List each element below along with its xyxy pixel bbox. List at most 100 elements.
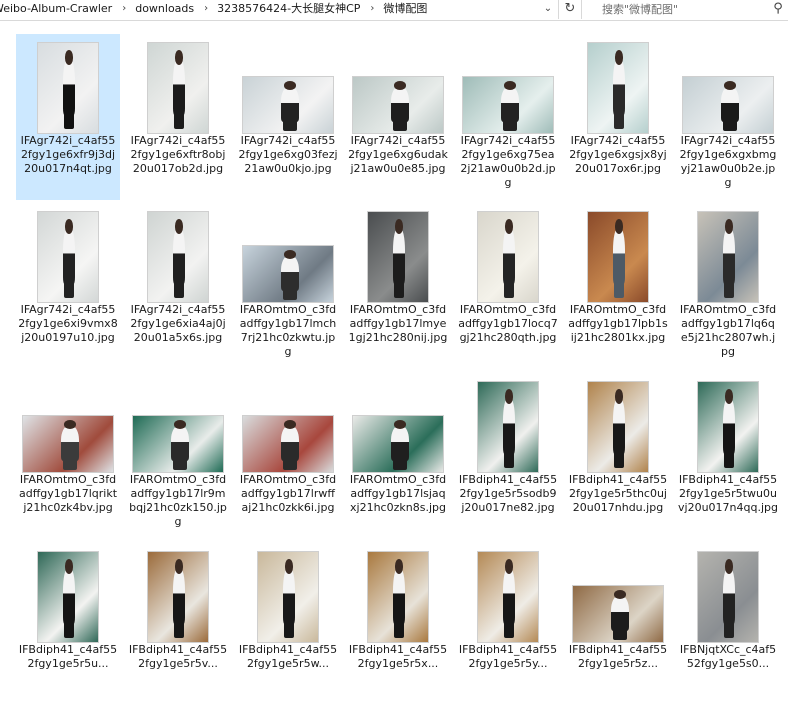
file-item[interactable]: IFAROmtmO_c3fdadffgy1gb17lsjaqxj21hc0zkn… (346, 373, 450, 539)
file-name: IFAgr742i_c4af552fgy1ge6xi9vmx8j20u0197u… (18, 303, 118, 344)
thumbnail-area (16, 373, 120, 473)
file-name: IFBdiph41_c4af552fgy1ge5r5u... (18, 643, 118, 670)
thumbnail-area (676, 543, 780, 643)
file-item[interactable]: IFAgr742i_c4af552fgy1ge6xi9vmx8j20u0197u… (16, 203, 120, 369)
file-item[interactable]: IFBdiph41_c4af552fgy1ge5r5w... (236, 543, 340, 709)
thumbnail-figure (613, 228, 626, 284)
thumbnail-figure-head (395, 219, 404, 234)
thumbnail-figure (173, 59, 186, 115)
thumbnail-area (456, 543, 560, 643)
thumbnail-area (566, 34, 670, 134)
file-name: IFAgr742i_c4af552fgy1ge6xftr8obj20u017ob… (130, 134, 226, 175)
thumbnail-figure (723, 398, 736, 454)
file-item[interactable]: IFBdiph41_c4af552fgy1ge5r5twu0uvj20u017n… (676, 373, 780, 539)
thumbnail-figure (613, 398, 626, 454)
file-item[interactable]: IFBdiph41_c4af552fgy1ge5r5thc0uj20u017nh… (566, 373, 670, 539)
file-name: IFAROmtmO_c3fdadffgy1gb17lq6qe5j21hc2807… (679, 303, 777, 358)
thumbnail-area (456, 203, 560, 303)
thumbnail-figure (503, 228, 516, 284)
file-item[interactable]: IFAROmtmO_c3fdadffgy1gb17lpb1sij21hc2801… (566, 203, 670, 369)
address-bar[interactable]: Weibo-Album-Crawler › downloads › 3238576424… (0, 0, 559, 19)
thumbnail-figure-head (175, 559, 184, 574)
file-name: IFBdiph41_c4af552fgy1ge5r5y... (458, 643, 558, 670)
file-item[interactable]: IFAgr742i_c4af552fgy1ge6xia4aj0j20u01a5x… (126, 203, 230, 369)
file-item[interactable]: IFAROmtmO_c3fdadffgy1gb17locq7gj21hc280q… (456, 203, 560, 369)
file-item[interactable]: IFAROmtmO_c3fdadffgy1gb17lq6qe5j21hc2807… (676, 203, 780, 369)
file-name: IFAROmtmO_c3fdadffgy1gb17lrwffaj21hc0zkk… (239, 473, 337, 514)
file-item[interactable]: IFAgr742i_c4af552fgy1ge6xg03fezj21aw0u0k… (236, 34, 340, 200)
breadcrumb-user-folder[interactable]: 3238576424-大长腿女神CP (217, 0, 360, 18)
file-item[interactable]: IFAROmtmO_c3fdadffgy1gb17lmch7rj21hc0zkw… (236, 203, 340, 369)
thumbnail-figure (390, 426, 409, 461)
thumbnail-figure (280, 256, 299, 291)
image-thumbnail (132, 415, 224, 473)
file-item[interactable]: IFBdiph41_c4af552fgy1ge5r5x... (346, 543, 450, 709)
file-grid: IFAgr742i_c4af552fgy1ge6xfr9j3dj20u017n4… (0, 0, 788, 670)
thumbnail-area (236, 203, 340, 303)
thumbnail-figure (173, 568, 186, 624)
chevron-right-icon[interactable]: › (370, 0, 374, 18)
image-thumbnail (242, 415, 334, 473)
thumbnail-area (456, 373, 560, 473)
thumbnail-figure-head (65, 559, 74, 574)
thumbnail-figure (613, 59, 626, 115)
file-name: IFAgr742i_c4af552fgy1ge6xg6udakj21aw0u0e… (348, 134, 448, 175)
file-item[interactable]: IFBdiph41_c4af552fgy1ge5r5u... (16, 543, 120, 709)
thumbnail-figure-head (65, 219, 74, 234)
file-name: IFBdiph41_c4af552fgy1ge5r5thc0uj20u017nh… (568, 473, 668, 514)
file-item[interactable]: IFAROmtmO_c3fdadffgy1gb17lr9mbqj21hc0zk1… (126, 373, 230, 539)
file-name: IFAROmtmO_c3fdadffgy1gb17lsjaqxj21hc0zkn… (349, 473, 447, 514)
file-item[interactable]: IFAgr742i_c4af552fgy1ge6xg6udakj21aw0u0e… (346, 34, 450, 200)
image-thumbnail (352, 76, 444, 134)
chevron-down-icon[interactable]: ⌄ (538, 0, 558, 19)
thumbnail-figure-head (505, 559, 514, 574)
thumbnail-area (346, 34, 450, 134)
thumbnail-figure (720, 87, 739, 122)
search-input[interactable] (592, 0, 772, 18)
file-item[interactable]: IFAgr742i_c4af552fgy1ge6xftr8obj20u017ob… (126, 34, 230, 200)
thumbnail-figure (63, 568, 76, 624)
file-name: IFAROmtmO_c3fdadffgy1gb17lmch7rj21hc0zkw… (239, 303, 337, 358)
thumbnail-area (16, 34, 120, 134)
image-thumbnail (147, 551, 209, 643)
file-item[interactable]: IFAROmtmO_c3fdadffgy1gb17lmye1gj21hc280n… (346, 203, 450, 369)
image-thumbnail (147, 211, 209, 303)
file-name: IFAgr742i_c4af552fgy1ge6xg75ea2j21aw0u0b… (460, 134, 556, 189)
file-item[interactable]: IFAgr742i_c4af552fgy1ge6xgxbmgyj21aw0u0b… (676, 34, 780, 200)
file-item[interactable]: IFBdiph41_c4af552fgy1ge5r5sodb9j20u017ne… (456, 373, 560, 539)
thumbnail-area (346, 373, 450, 473)
chevron-right-icon[interactable]: › (204, 0, 208, 18)
thumbnail-area (16, 543, 120, 643)
thumbnail-area (126, 373, 230, 473)
image-thumbnail (147, 42, 209, 134)
breadcrumb-downloads[interactable]: downloads (135, 0, 194, 18)
image-thumbnail (587, 42, 649, 134)
file-item[interactable]: IFAgr742i_c4af552fgy1ge6xfr9j3dj20u017n4… (16, 34, 120, 200)
file-item[interactable]: IFBdiph41_c4af552fgy1ge5r5z... (566, 543, 670, 709)
chevron-right-icon[interactable]: › (122, 0, 126, 18)
file-item[interactable]: IFBNjqtXCc_c4af552fgy1ge5s0... (676, 543, 780, 709)
refresh-icon[interactable]: ↻ (559, 0, 582, 19)
file-item[interactable]: IFAROmtmO_c3fdadffgy1gb17lrwffaj21hc0zkk… (236, 373, 340, 539)
image-thumbnail (697, 211, 759, 303)
navigation-bar: Weibo-Album-Crawler › downloads › 3238576424… (0, 0, 788, 21)
file-name: IFAgr742i_c4af552fgy1ge6xgxbmgyj21aw0u0b… (679, 134, 777, 189)
file-name: IFBdiph41_c4af552fgy1ge5r5sodb9j20u017ne… (458, 473, 558, 514)
thumbnail-figure (610, 596, 629, 631)
search-icon[interactable]: ⚲ (770, 0, 786, 19)
file-item[interactable]: IFAgr742i_c4af552fgy1ge6xgsjx8yj20u017ox… (566, 34, 670, 200)
image-thumbnail (37, 211, 99, 303)
file-name: IFAgr742i_c4af552fgy1ge6xia4aj0j20u01a5x… (130, 303, 226, 344)
file-name: IFBdiph41_c4af552fgy1ge5r5w... (238, 643, 338, 670)
file-item[interactable]: IFAROmtmO_c3fdadffgy1gb17lqriktj21hc0zk4… (16, 373, 120, 539)
file-name: IFAgr742i_c4af552fgy1ge6xfr9j3dj20u017n4… (20, 134, 116, 175)
thumbnail-figure (60, 426, 79, 461)
search-box[interactable]: ⚲ (592, 0, 788, 19)
thumbnail-figure (283, 568, 296, 624)
breadcrumb-current-folder[interactable]: 微博配图 (383, 0, 427, 18)
file-item[interactable]: IFBdiph41_c4af552fgy1ge5r5y... (456, 543, 560, 709)
file-item[interactable]: IFBdiph41_c4af552fgy1ge5r5v... (126, 543, 230, 709)
thumbnail-figure-head (175, 50, 184, 65)
breadcrumb-weibo-album-crawler[interactable]: Weibo-Album-Crawler (0, 0, 112, 18)
file-item[interactable]: IFAgr742i_c4af552fgy1ge6xg75ea2j21aw0u0b… (456, 34, 560, 200)
